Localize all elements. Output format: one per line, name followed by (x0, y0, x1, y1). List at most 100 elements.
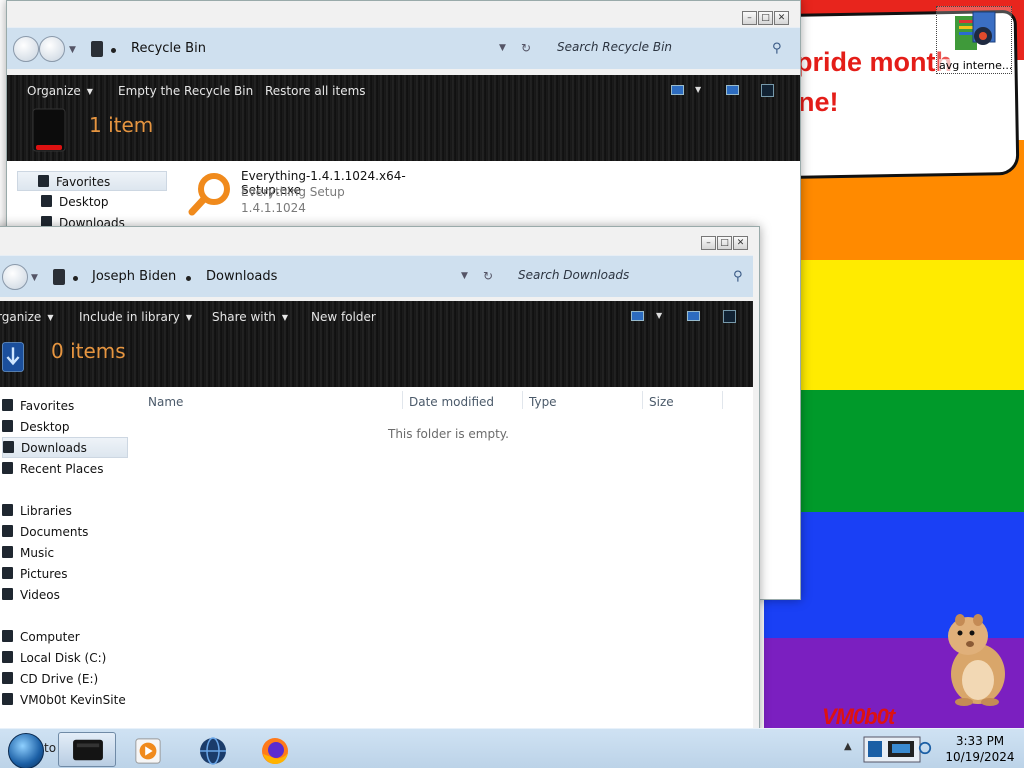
nav-computer[interactable]: Computer (2, 630, 80, 644)
volume-tray-icon[interactable] (918, 741, 932, 755)
include-in-library-button[interactable]: Include in library ▼ (79, 310, 192, 324)
nav-documents[interactable]: Documents (2, 525, 88, 539)
clock-time[interactable]: 3:33 PM (940, 734, 1020, 748)
view-options-dropdown[interactable]: ▼ (656, 311, 662, 320)
nav-libraries[interactable]: Libraries (2, 504, 72, 518)
column-separator (642, 391, 643, 409)
change-view-icon[interactable] (631, 311, 644, 321)
computer-icon (2, 630, 13, 642)
new-folder-button[interactable]: New folder (311, 310, 376, 324)
favorites-star-icon (2, 399, 13, 411)
nav-desktop[interactable]: Desktop (2, 420, 70, 434)
restore-all-items-button[interactable]: Restore all items (265, 84, 366, 98)
nav-pictures[interactable]: Pictures (2, 567, 68, 581)
network-tray-icon[interactable] (862, 734, 922, 764)
forward-button[interactable] (2, 264, 28, 290)
nav-favorites[interactable]: Favorites (17, 171, 167, 191)
item-count: 0 items (51, 339, 126, 363)
start-label: to (44, 741, 57, 755)
media-player-task-icon (135, 738, 161, 764)
search-input[interactable]: Search Downloads (518, 268, 629, 282)
file-description: Everything Setup (241, 185, 345, 199)
nav-network-location[interactable]: VM0b0t KevinSite (2, 693, 126, 707)
wallpaper-stripe-green (764, 390, 1024, 512)
item-count: 1 item (89, 113, 154, 137)
network-drive-icon (2, 693, 13, 705)
chevron-down-icon: ▼ (86, 87, 93, 96)
recent-pages-dropdown[interactable]: ▼ (31, 273, 38, 283)
nav-computer-label: Computer (20, 630, 80, 644)
maximize-button[interactable]: □ (717, 236, 732, 250)
close-button[interactable]: ✕ (774, 11, 789, 25)
recycle-bin-large-icon (32, 108, 66, 152)
local-disk-icon (2, 651, 13, 663)
change-view-icon[interactable] (671, 85, 684, 95)
help-icon[interactable] (761, 84, 774, 97)
column-separator (402, 391, 403, 409)
nav-downloads[interactable]: Downloads (2, 437, 128, 458)
taskbar-item-media-player[interactable] (120, 732, 178, 767)
taskbar-item-firefox[interactable] (246, 732, 304, 767)
downloads-window[interactable]: – □ ✕ ▼ Joseph Biden Downloads ▼ ↻ Searc… (0, 226, 760, 734)
nav-cd-drive[interactable]: CD Drive (E:) (2, 672, 98, 686)
wallpaper-stripe-yellow (764, 260, 1024, 390)
organize-label: Organize (27, 84, 81, 98)
window-controls: – □ ✕ (701, 236, 748, 250)
minimize-button[interactable]: – (701, 236, 716, 250)
view-options-dropdown[interactable]: ▼ (695, 85, 701, 94)
back-button[interactable] (13, 36, 39, 62)
firefox-task-icon (262, 738, 288, 764)
forward-button[interactable] (39, 36, 65, 62)
start-button[interactable] (8, 733, 44, 768)
content-area: Name Date modified Type Size This folder… (0, 387, 753, 733)
breadcrumb-downloads[interactable]: Downloads (206, 269, 277, 284)
help-icon[interactable] (723, 310, 736, 323)
documents-icon (2, 525, 13, 537)
desktop-icon-avg[interactable]: avg interne... (936, 6, 1012, 74)
include-in-library-label: Include in library (79, 310, 180, 324)
address-dropdown[interactable]: ▼ (499, 43, 506, 53)
address-dropdown[interactable]: ▼ (461, 271, 468, 281)
column-header-size[interactable]: Size (649, 395, 674, 409)
minimize-button[interactable]: – (742, 11, 757, 25)
nav-desktop[interactable]: Desktop (41, 195, 109, 209)
organize-label: rganize (0, 310, 42, 324)
refresh-icon[interactable]: ↻ (483, 269, 493, 283)
search-icon[interactable]: ⚲ (772, 41, 782, 56)
empty-recycle-bin-button[interactable]: Empty the Recycle Bin (118, 84, 253, 98)
search-input[interactable]: Search Recycle Bin (557, 40, 672, 54)
breadcrumb-recycle-bin[interactable]: Recycle Bin (131, 41, 206, 56)
share-with-button[interactable]: Share with ▼ (212, 310, 288, 324)
taskbar-item-recycle-bin[interactable] (58, 732, 116, 767)
taskbar: to ▲ 3:33 PM 10/19/2024 (0, 728, 1024, 768)
nav-network-location-label: VM0b0t KevinSite (20, 693, 126, 707)
search-icon[interactable]: ⚲ (733, 269, 743, 284)
clock-date[interactable]: 10/19/2024 (940, 750, 1020, 764)
recent-pages-dropdown[interactable]: ▼ (69, 45, 76, 55)
column-header-date-modified[interactable]: Date modified (409, 395, 494, 409)
show-hidden-icons-button[interactable]: ▲ (844, 741, 852, 752)
breadcrumb-user[interactable]: Joseph Biden (92, 269, 176, 284)
pictures-icon (2, 567, 13, 579)
column-header-name[interactable]: Name (148, 395, 183, 409)
organize-button[interactable]: rganize ▼ (0, 310, 53, 324)
nav-videos[interactable]: Videos (2, 588, 60, 602)
refresh-icon[interactable]: ↻ (521, 41, 531, 55)
organize-button[interactable]: Organize ▼ (27, 84, 93, 98)
file-item[interactable]: Everything-1.4.1.1024.x64-Setup.exe Ever… (187, 167, 447, 219)
preview-pane-icon[interactable] (687, 311, 700, 321)
taskbar-item-browser[interactable] (184, 732, 242, 767)
command-bar: rganize ▼ Include in library ▼ Share with ▼… (0, 301, 753, 387)
address-bar: ▼ Joseph Biden Downloads ▼ ↻ Search Down… (0, 255, 753, 297)
nav-recent-places[interactable]: Recent Places (2, 462, 103, 476)
share-with-label: Share with (212, 310, 276, 324)
nav-local-disk[interactable]: Local Disk (C:) (2, 651, 106, 665)
nav-favorites[interactable]: Favorites (2, 399, 74, 413)
close-button[interactable]: ✕ (733, 236, 748, 250)
hamster-image (948, 614, 1005, 706)
column-separator (522, 391, 523, 409)
maximize-button[interactable]: □ (758, 11, 773, 25)
preview-pane-icon[interactable] (726, 85, 739, 95)
column-header-type[interactable]: Type (529, 395, 557, 409)
nav-music[interactable]: Music (2, 546, 54, 560)
